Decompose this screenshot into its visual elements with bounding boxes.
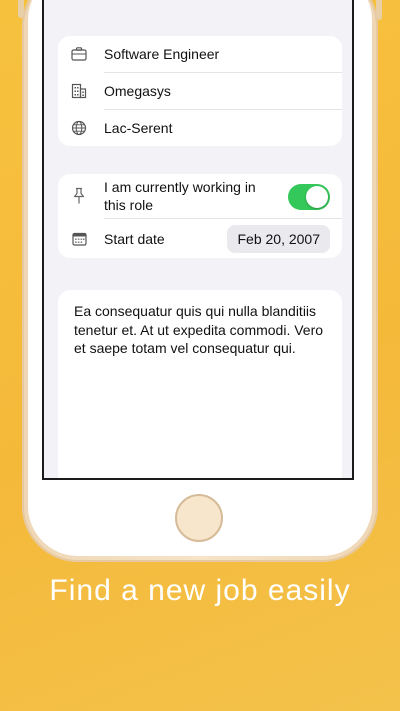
globe-icon [68, 120, 90, 136]
employment-card: I am currently working in this role Star… [58, 174, 342, 258]
description-textarea[interactable]: Ea consequatur quis qui nulla blanditiis… [58, 290, 342, 478]
calendar-icon [68, 232, 90, 246]
job-title-row[interactable]: Software Engineer [58, 36, 342, 72]
app-screen: Software Engineer Omegasys Lac-Serent I … [42, 0, 354, 480]
home-button[interactable] [175, 494, 223, 542]
start-date-row: Start date Feb 20, 2007 [58, 219, 342, 258]
job-details-card: Software Engineer Omegasys Lac-Serent [58, 36, 342, 146]
current-role-toggle[interactable] [288, 184, 330, 210]
building-icon [68, 83, 90, 99]
location-row[interactable]: Lac-Serent [58, 110, 342, 146]
pin-icon [68, 187, 90, 205]
toggle-knob [306, 186, 328, 208]
job-title-field[interactable]: Software Engineer [104, 46, 219, 62]
briefcase-icon [68, 47, 90, 61]
start-date-label: Start date [104, 230, 165, 247]
promo-tagline: Find a new job easily [49, 574, 351, 607]
current-role-row: I am currently working in this role [58, 174, 342, 218]
company-field[interactable]: Omegasys [104, 83, 171, 99]
start-date-picker[interactable]: Feb 20, 2007 [227, 225, 330, 253]
current-role-label: I am currently working in this role [104, 179, 256, 213]
company-row[interactable]: Omegasys [58, 73, 342, 109]
location-field[interactable]: Lac-Serent [104, 120, 172, 136]
